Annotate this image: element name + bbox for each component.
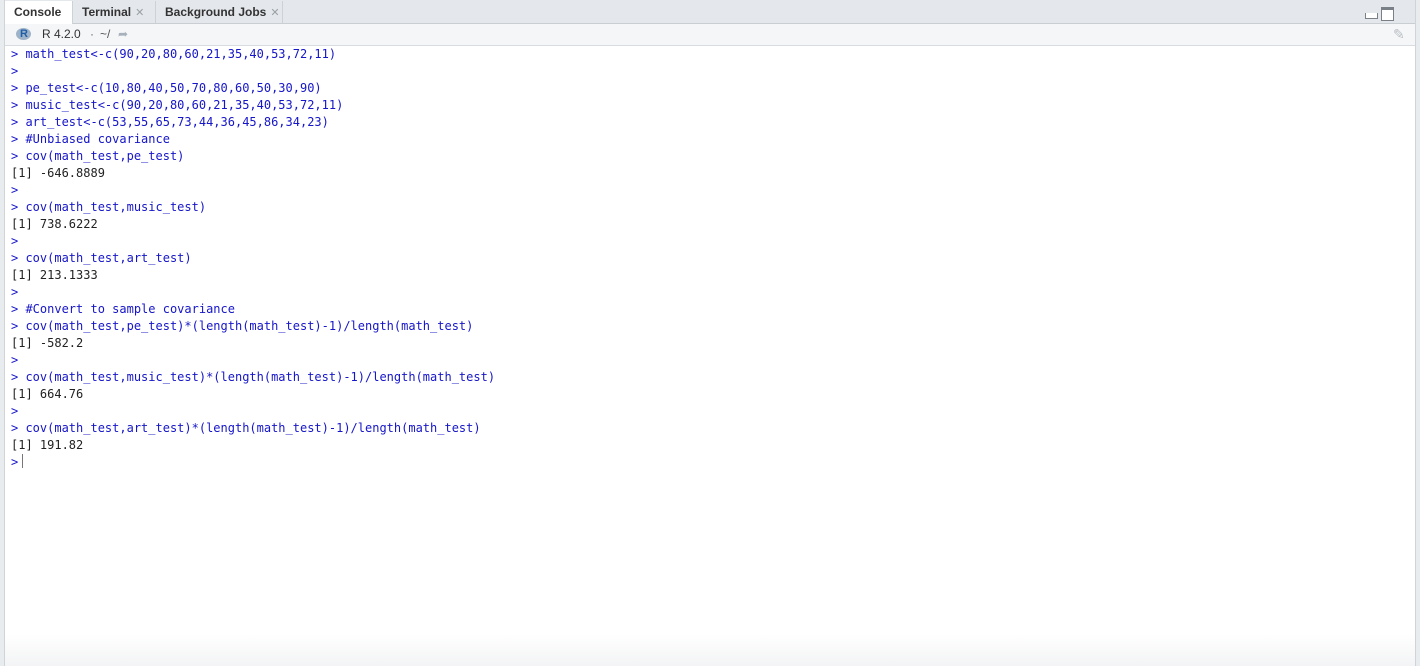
broom-clear-icon[interactable]: ✎: [1393, 27, 1407, 41]
tab-console[interactable]: Console: [5, 1, 73, 24]
console-input-line: > cov(math_test,pe_test)*(length(math_te…: [11, 319, 474, 333]
tab-bar: Console Terminal ✕ Background Jobs ✕: [5, 0, 1415, 24]
console-input-line: >: [11, 234, 26, 248]
console-input-line: >: [11, 64, 26, 78]
console-prompt[interactable]: >: [11, 454, 1401, 471]
console-input-line: > cov(math_test,music_test)*(length(math…: [11, 370, 496, 384]
tab-terminal[interactable]: Terminal ✕: [73, 1, 156, 23]
console-output-line: [1] -582.2: [11, 336, 84, 350]
working-directory-label: ~/: [100, 27, 111, 41]
console-input-line: > #Unbiased covariance: [11, 132, 170, 146]
prompt-symbol: >: [11, 455, 19, 469]
text-cursor: [22, 454, 24, 468]
r-logo-icon: R: [16, 28, 31, 40]
bottom-edge: [5, 634, 1415, 666]
separator: ·: [90, 27, 94, 41]
console-input-line: > pe_test<-c(10,80,40,50,70,80,60,50,30,…: [11, 81, 322, 95]
console-input-line: > music_test<-c(90,20,80,60,21,35,40,53,…: [11, 98, 344, 112]
console-output-line: [1] 738.6222: [11, 217, 98, 231]
console-pane: Console Terminal ✕ Background Jobs ✕ R R 4…: [4, 0, 1416, 666]
console-input-line: >: [11, 285, 26, 299]
close-icon[interactable]: ✕: [270, 7, 279, 19]
console-input-line: > art_test<-c(53,55,65,73,44,36,45,86,34…: [11, 115, 329, 129]
go-to-directory-icon[interactable]: ➦: [118, 24, 128, 45]
console-input-line: > #Convert to sample covariance: [11, 302, 235, 316]
console-output[interactable]: > math_test<-c(90,20,80,60,21,35,40,53,7…: [11, 46, 1401, 471]
console-output-line: [1] 664.76: [11, 387, 84, 401]
tab-console-label: Console: [14, 5, 62, 19]
console-input-line: > cov(math_test,art_test)*(length(math_t…: [11, 421, 481, 435]
minimize-icon[interactable]: [1365, 13, 1378, 19]
console-input-line: >: [11, 183, 26, 197]
close-icon[interactable]: ✕: [135, 7, 144, 19]
console-input-line: >: [11, 353, 26, 367]
tab-background-jobs[interactable]: Background Jobs ✕: [156, 1, 283, 23]
console-input-line: > cov(math_test,music_test): [11, 200, 207, 214]
console-input-line: >: [11, 404, 26, 418]
r-version-label: R 4.2.0: [42, 27, 81, 41]
console-input-line: > cov(math_test,pe_test): [11, 149, 185, 163]
console-output-line: [1] 191.82: [11, 438, 84, 452]
console-output-line: [1] -646.8889: [11, 166, 105, 180]
console-input-line: > math_test<-c(90,20,80,60,21,35,40,53,7…: [11, 47, 337, 61]
maximize-icon[interactable]: [1381, 7, 1394, 21]
tab-background-jobs-label: Background Jobs: [165, 5, 267, 19]
console-input-line: > cov(math_test,art_test): [11, 251, 192, 265]
tab-terminal-label: Terminal: [82, 5, 132, 19]
console-toolbar: R R 4.2.0 · ~/ ➦ ✎: [5, 24, 1415, 46]
console-output-line: [1] 213.1333: [11, 268, 98, 282]
